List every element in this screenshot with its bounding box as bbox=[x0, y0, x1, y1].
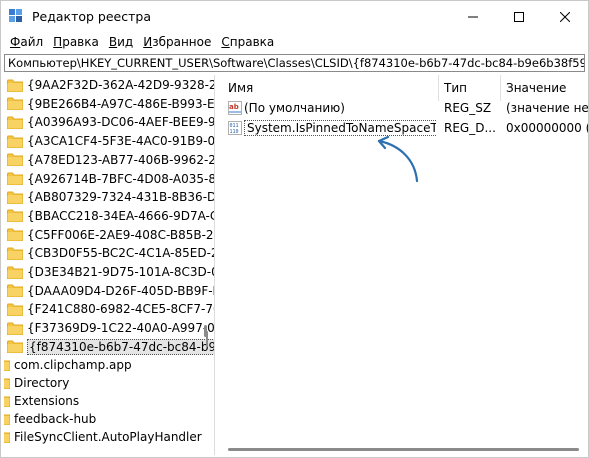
tree-item[interactable]: {A3CA1CF4-5F3E-4AC0-91B9-0D bbox=[7, 132, 215, 150]
folder-icon bbox=[7, 172, 23, 185]
close-button[interactable] bbox=[542, 1, 588, 32]
folder-icon bbox=[4, 432, 10, 443]
string-value-icon: ab bbox=[228, 101, 242, 115]
maximize-button[interactable] bbox=[496, 1, 542, 32]
folder-icon bbox=[4, 378, 10, 389]
tree-item-label: FileSyncClient.AutoPlayHandler bbox=[14, 429, 202, 444]
minimize-icon bbox=[468, 16, 478, 17]
tree-item-label: {9BE266B4-A97C-486E-B993-EAE bbox=[27, 96, 215, 111]
tree-item[interactable]: {9AA2F32D-362A-42D9-9328-24A4 bbox=[7, 76, 214, 94]
folder-icon bbox=[7, 340, 23, 354]
tree-item[interactable]: {AB807329-7324-431B-8B36-DBD bbox=[7, 188, 215, 206]
value-name-default: (По умолчанию) bbox=[244, 101, 345, 115]
maximize-icon bbox=[514, 11, 524, 22]
value-data-cell: (значение не п bbox=[506, 101, 588, 115]
binary-value-icon: 011 110 bbox=[228, 121, 242, 135]
folder-icon bbox=[7, 153, 23, 167]
tree-item[interactable]: {C5FF006E-2AE9-408C-B85B-2DF bbox=[7, 226, 215, 244]
folder-icon bbox=[7, 284, 23, 298]
folder-icon bbox=[7, 209, 23, 223]
tree-item-label: {A78ED123-AB77-406B-9962-2A5 bbox=[27, 152, 215, 167]
folder-icon bbox=[4, 414, 10, 425]
title-bar: Редактор реестра bbox=[1, 1, 588, 32]
svg-text:ab: ab bbox=[229, 103, 239, 111]
tree-item-selected[interactable]: {f874310e-b6b7-47dc-bc84-b9e6 bbox=[7, 338, 214, 356]
tree-item-label: {C5FF006E-2AE9-408C-B85B-2DF bbox=[27, 227, 215, 242]
minimize-button[interactable] bbox=[450, 1, 496, 32]
tree-item[interactable]: {F37369D9-1C22-40A0-A997-0B4 bbox=[7, 319, 215, 337]
close-icon bbox=[560, 11, 570, 22]
key-tree: {9AA2F32D-362A-42D9-9328-24A4 {9BE266B4-A… bbox=[4, 75, 215, 455]
tree-item[interactable]: Directory bbox=[4, 374, 69, 392]
tree-item[interactable]: FileSyncClient.AutoPlayHandler bbox=[4, 428, 202, 446]
folder-icon bbox=[4, 396, 10, 407]
tree-item-label: {A3CA1CF4-5F3E-4AC0-91B9-0D bbox=[27, 134, 215, 149]
folder-icon bbox=[7, 97, 23, 111]
folder-icon bbox=[7, 303, 23, 316]
value-row[interactable]: ab (По умолчанию) REG_SZ (значение не п bbox=[222, 98, 588, 118]
value-data-cell: 0x00000000 (0) bbox=[506, 121, 588, 135]
menu-file[interactable]: Файл bbox=[5, 35, 48, 49]
tree-item-label: {A0396A93-DC06-4AEF-BEE9-95F bbox=[27, 115, 215, 130]
folder-icon bbox=[7, 135, 23, 148]
menu-favorites[interactable]: Избранное bbox=[138, 35, 216, 49]
window-title: Редактор реестра bbox=[32, 9, 151, 24]
tree-item[interactable]: Extensions bbox=[4, 392, 79, 410]
tree-item[interactable]: com.clipchamp.app bbox=[4, 356, 132, 374]
tree-item[interactable]: feedback-hub bbox=[4, 410, 96, 428]
tree-item[interactable]: {9BE266B4-A97C-486E-B993-EAE bbox=[7, 95, 215, 113]
tree-item-label: {f874310e-b6b7-47dc-bc84-b9e6 bbox=[27, 338, 214, 355]
tree-item-label: feedback-hub bbox=[14, 411, 97, 426]
value-type-cell: REG_D... bbox=[444, 121, 496, 135]
menu-edit[interactable]: Правка bbox=[48, 35, 104, 49]
tree-item-label: {CB3D0F55-BC2C-4C1A-85ED-23 bbox=[27, 246, 215, 261]
tree-item-label: Extensions bbox=[14, 393, 80, 408]
address-bar[interactable]: Компьютер\HKEY_CURRENT_USER\Software\Cla… bbox=[4, 54, 585, 72]
registry-editor-app-icon bbox=[9, 9, 22, 22]
tree-item-label: Directory bbox=[14, 375, 70, 390]
tree-item-label: {BBACC218-34EA-4666-9D7A-C7 bbox=[27, 208, 215, 223]
value-type-cell: REG_SZ bbox=[444, 101, 492, 115]
tree-item[interactable]: {F241C880-6982-4CE5-8CF7-708 bbox=[7, 300, 215, 318]
folder-icon bbox=[7, 322, 23, 335]
svg-text:110: 110 bbox=[230, 129, 239, 135]
tree-item[interactable]: {A0396A93-DC06-4AEF-BEE9-95F bbox=[7, 113, 215, 131]
tree-item[interactable]: {A926714B-7BFC-4D08-A035-800 bbox=[7, 170, 215, 188]
tree-item-label: {DAAA09D4-D26F-405D-BB9F-F4 bbox=[27, 283, 215, 298]
registry-editor-window: Редактор реестра Файл Правка Вид Избранн… bbox=[0, 0, 589, 458]
folder-icon bbox=[7, 228, 23, 242]
tree-item-label: {D3E34B21-9D75-101A-8C3D-00A bbox=[27, 265, 215, 279]
tree-item-label: {9AA2F32D-362A-42D9-9328-24A4 bbox=[27, 78, 214, 92]
menu-bar: Файл Правка Вид Избранное Справка bbox=[1, 32, 588, 52]
tree-item-label: com.clipchamp.app bbox=[14, 357, 132, 372]
folder-icon bbox=[7, 266, 23, 279]
folder-icon bbox=[7, 191, 23, 204]
tree-item[interactable]: {DAAA09D4-D26F-405D-BB9F-F4 bbox=[7, 282, 215, 300]
tree-splitter-handle[interactable] bbox=[206, 331, 208, 347]
tree-item[interactable]: {D3E34B21-9D75-101A-8C3D-00A bbox=[7, 263, 215, 281]
values-horizontal-scrollbar[interactable] bbox=[222, 443, 588, 455]
tree-vertical-scrollbar[interactable] bbox=[199, 75, 213, 337]
folder-icon bbox=[4, 360, 10, 371]
value-name-cell: ab (По умолчанию) bbox=[228, 98, 436, 118]
folder-icon bbox=[7, 79, 23, 92]
tree-item[interactable]: {A78ED123-AB77-406B-9962-2A5 bbox=[7, 151, 215, 169]
tree-item-label: {F37369D9-1C22-40A0-A997-0B4 bbox=[27, 321, 215, 336]
values-scroll-thumb[interactable] bbox=[228, 448, 579, 451]
tree-item-label: {AB807329-7324-431B-8B36-DBD bbox=[27, 190, 215, 205]
tree-item[interactable]: {BBACC218-34EA-4666-9D7A-C7 bbox=[7, 207, 215, 225]
menu-help[interactable]: Справка bbox=[216, 35, 279, 49]
folder-icon bbox=[7, 247, 23, 260]
folder-icon bbox=[7, 116, 23, 129]
tree-item-label: {A926714B-7BFC-4D08-A035-800 bbox=[27, 171, 215, 186]
tree-item[interactable]: {CB3D0F55-BC2C-4C1A-85ED-23 bbox=[7, 244, 215, 262]
tree-item-label: {F241C880-6982-4CE5-8CF7-708 bbox=[27, 302, 215, 317]
annotation-arrow-icon bbox=[377, 135, 419, 183]
menu-view[interactable]: Вид bbox=[104, 35, 138, 49]
